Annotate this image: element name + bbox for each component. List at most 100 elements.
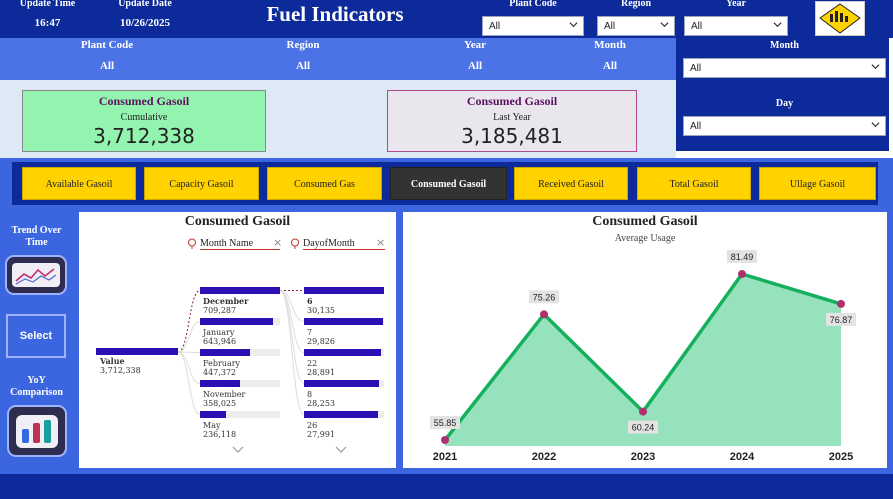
update-time-label: Update Time [19,0,76,9]
month-value: 643,946 [203,337,237,346]
x-tick-label: 2025 [829,451,853,463]
data-point [639,407,647,416]
kpi-subtitle: Last Year [493,112,531,123]
month-value: 358,025 [203,399,237,408]
company-logo [815,1,865,36]
trend-chart-button[interactable] [5,255,67,295]
chevron-down-icon [773,22,782,28]
day-bar-fill [304,349,381,356]
tab-received-gasoil[interactable]: Received Gasoil [514,167,628,200]
month-name: February [203,359,241,368]
update-date-label: Update Date [118,0,172,9]
month-bar-fill [200,287,280,294]
year-value[interactable]: All [445,60,505,72]
year-top-label: Year [726,0,746,9]
tree-connector [279,290,305,353]
chevron-down-icon [660,22,669,28]
tree-connector [279,290,305,415]
month-bar[interactable] [200,411,280,418]
kpi-value: 3,185,481 [461,124,563,148]
tab-consumed-gas[interactable]: Consumed Gas [267,167,382,200]
day-bar[interactable] [304,287,384,294]
tab-total-gasoil[interactable]: Total Gasoil [637,167,751,200]
region-dropdown[interactable]: All [597,16,675,36]
day-bar[interactable] [304,349,384,356]
update-time-value: 16:47 [34,17,61,29]
region-value[interactable]: All [263,60,343,72]
root-label: Value 3,712,338 [100,356,141,376]
chevron-down-icon[interactable] [335,446,347,454]
root-value: 3,712,338 [100,366,141,375]
day-value: 30,135 [307,306,335,315]
decomposition-tree: Consumed Gasoil Month Name × DayofMonth … [79,212,396,468]
day-slicer-value: All [690,121,702,132]
month-bar[interactable] [200,349,280,356]
x-tick-label: 2024 [730,451,755,463]
month-bar[interactable] [200,318,280,325]
tree-connector [279,290,305,384]
region-top-label: Region [621,0,651,9]
month-bar[interactable] [200,287,280,294]
plant-code-top-label: Plant Code [509,0,557,9]
kpi-card-last-year: Consumed Gasoil Last Year 3,185,481 [387,90,637,152]
data-point [441,436,449,444]
month-slicer-dropdown[interactable]: All [683,58,886,78]
day-label: 22 28,891 [307,359,335,377]
month-bar[interactable] [200,380,280,387]
plant-code-dropdown[interactable]: All [482,16,584,36]
area-fill [445,274,841,446]
month-bar-fill [200,349,250,356]
day-bar[interactable] [304,318,384,325]
data-label: 55.85 [434,418,457,428]
data-label: 60.24 [632,423,655,433]
trend-over-time-label: Trend Over Time [11,225,62,248]
month-value[interactable]: All [580,60,640,72]
chevron-down-icon [871,64,880,70]
tab-capacity-gasoil[interactable]: Capacity Gasoil [144,167,259,200]
year-dropdown-value: All [691,21,703,32]
tree-connector [177,351,201,415]
month-slicer-value: All [690,63,702,74]
month-label: December 709,287 [203,297,248,316]
chevron-down-icon[interactable] [232,446,244,454]
root-bar[interactable] [96,348,178,355]
day-name: 7 [307,328,313,337]
month-label: May 236,118 [203,421,236,439]
month-label: January 643,946 [203,328,236,346]
month-bar-fill [200,380,240,387]
day-bar-fill [304,380,379,387]
bar-chart-icon [16,415,58,448]
day-label: 7 29,826 [307,328,335,346]
year-label: Year [464,39,486,51]
month-label: February 447,372 [203,359,240,377]
yoy-chart-button[interactable] [7,405,67,457]
year-dropdown[interactable]: All [684,16,788,36]
select-button[interactable]: Select [6,314,66,358]
tab-available-gasoil[interactable]: Available Gasoil [22,167,136,200]
x-tick-label: 2021 [433,451,457,463]
day-bar[interactable] [304,380,384,387]
day-value: 29,826 [307,337,335,346]
day-bar-fill [304,287,384,294]
day-name: 26 [307,421,318,430]
day-value: 27,991 [307,430,335,439]
root-name: Value [100,356,125,366]
x-tick-label: 2023 [631,451,655,463]
kpi-subtitle: Cumulative [120,112,168,123]
day-slicer-dropdown[interactable]: All [683,116,886,136]
data-label: 81.49 [731,252,754,262]
region-label: Region [286,39,320,51]
area-chart: 55.85 2021 75.26 2022 60.24 2023 81.49 2024 76.8… [430,250,856,463]
page-title: Fuel Indicators [266,2,404,26]
plant-code-dropdown-value: All [489,21,501,32]
tab-ullage-gasoil[interactable]: Ullage Gasoil [759,167,876,200]
day-value: 28,891 [307,368,335,377]
day-name: 6 [307,296,313,306]
decomposition-connectors [177,290,305,415]
plant-code-value[interactable]: All [67,60,147,72]
tab-consumed-gasoil[interactable]: Consumed Gasoil [390,167,507,200]
day-bar[interactable] [304,411,384,418]
day-name: 8 [307,390,313,399]
yoy-comparison-label: YoY Comparison [10,375,63,398]
day-slicer-label: Day [775,98,794,109]
